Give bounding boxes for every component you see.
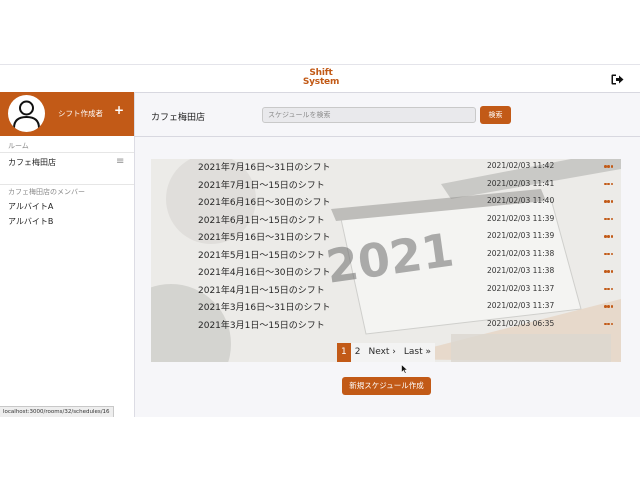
schedule-row[interactable]: 2021年3月1日〜15日のシフト 2021/02/03 06:35: [151, 317, 621, 334]
schedule-title[interactable]: 2021年5月1日〜15日のシフト: [198, 248, 325, 261]
schedule-row[interactable]: 2021年7月1日〜15日のシフト 2021/02/03 11:41: [151, 177, 621, 194]
schedule-date: 2021/02/03 06:35: [487, 318, 555, 328]
schedule-title[interactable]: 2021年7月1日〜15日のシフト: [198, 178, 325, 191]
member-item[interactable]: アルバイトB: [8, 216, 53, 227]
search-input[interactable]: [262, 107, 476, 123]
divider: [0, 152, 134, 153]
next-page-link[interactable]: Next ›: [364, 343, 399, 362]
schedule-title[interactable]: 2021年7月16日〜31日のシフト: [198, 160, 331, 173]
member-item[interactable]: アルバイトA: [8, 201, 53, 212]
profile-panel: シフト作成者 +: [0, 92, 134, 136]
user-icon: [13, 100, 40, 129]
pagination: 1 2 Next › Last »: [337, 343, 436, 362]
more-options-icon[interactable]: [604, 322, 614, 326]
schedule-date: 2021/02/03 11:37: [487, 301, 555, 310]
schedule-row[interactable]: 2021年4月16日〜30日のシフト 2021/02/03 11:38: [151, 264, 621, 281]
schedule-title[interactable]: 2021年4月1日〜15日のシフト: [198, 283, 325, 296]
more-options-icon[interactable]: [604, 165, 614, 168]
divider: [0, 184, 134, 185]
schedule-date: 2021/02/03 11:42: [487, 161, 555, 170]
more-options-icon[interactable]: [604, 287, 614, 291]
more-options-icon[interactable]: [604, 270, 614, 273]
more-options-icon[interactable]: [604, 200, 614, 203]
avatar[interactable]: [8, 95, 45, 132]
schedule-title[interactable]: 2021年6月1日〜15日のシフト: [198, 213, 325, 226]
members-heading: カフェ梅田店のメンバー: [8, 188, 85, 196]
header: Shift System: [0, 65, 640, 93]
status-bar-url: localhost:3000/rooms/32/schedules/16: [0, 406, 114, 417]
mouse-cursor-icon: [401, 364, 408, 374]
schedule-title[interactable]: 2021年4月16日〜30日のシフト: [198, 265, 331, 278]
sidebar: シフト作成者 + ルーム カフェ梅田店 ≡ カフェ梅田店のメンバー アルバイトA…: [0, 92, 135, 417]
more-options-icon[interactable]: [604, 252, 614, 256]
rooms-heading: ルーム: [8, 142, 29, 150]
more-options-icon[interactable]: [604, 217, 614, 221]
logo-line-2: System: [302, 77, 340, 87]
schedule-date: 2021/02/03 11:37: [487, 283, 555, 293]
schedule-date: 2021/02/03 11:38: [487, 266, 555, 275]
search-button[interactable]: 検索: [480, 106, 511, 124]
schedule-row[interactable]: 2021年4月1日〜15日のシフト 2021/02/03 11:37: [151, 282, 621, 299]
more-options-icon[interactable]: [604, 235, 614, 238]
schedule-title[interactable]: 2021年5月16日〜31日のシフト: [198, 230, 331, 243]
schedule-date: 2021/02/03 11:41: [487, 178, 555, 188]
schedule-date: 2021/02/03 11:40: [487, 196, 555, 205]
page-2-link[interactable]: 2: [351, 343, 365, 362]
app-logo[interactable]: Shift System: [300, 69, 342, 87]
schedule-row[interactable]: 2021年3月16日〜31日のシフト 2021/02/03 11:37: [151, 299, 621, 316]
divider: [134, 136, 640, 137]
schedule-list-card: 2021 2021年7月16日〜31日のシフト 2021/02/03 11:42…: [151, 159, 621, 362]
new-schedule-button[interactable]: 新規スケジュール作成: [342, 377, 431, 395]
last-page-link[interactable]: Last »: [400, 343, 435, 362]
schedule-date: 2021/02/03 11:38: [487, 248, 555, 258]
schedule-row[interactable]: 2021年5月1日〜15日のシフト 2021/02/03 11:38: [151, 247, 621, 264]
plus-icon[interactable]: +: [114, 104, 124, 116]
sign-out-icon[interactable]: [611, 74, 624, 85]
hamburger-icon[interactable]: ≡: [116, 156, 124, 167]
more-options-icon[interactable]: [604, 182, 614, 186]
schedule-row[interactable]: 2021年6月1日〜15日のシフト 2021/02/03 11:39: [151, 212, 621, 229]
schedule-row[interactable]: 2021年6月16日〜30日のシフト 2021/02/03 11:40: [151, 194, 621, 211]
sidebar-item-room[interactable]: カフェ梅田店: [8, 157, 56, 168]
page-1-link[interactable]: 1: [337, 343, 351, 362]
schedule-title[interactable]: 2021年3月16日〜31日のシフト: [198, 300, 331, 313]
schedule-row[interactable]: 2021年5月16日〜31日のシフト 2021/02/03 11:39: [151, 229, 621, 246]
schedule-date: 2021/02/03 11:39: [487, 213, 555, 223]
schedule-title[interactable]: 2021年3月1日〜15日のシフト: [198, 318, 325, 331]
app-window: Shift System シフト作成者 + ルーム カフェ梅田店 ≡ カフェ梅田…: [0, 64, 640, 417]
schedule-list: 2021年7月16日〜31日のシフト 2021/02/03 11:42 2021…: [151, 159, 621, 331]
page-title: カフェ梅田店: [151, 113, 206, 123]
schedule-date: 2021/02/03 11:39: [487, 231, 555, 240]
schedule-row[interactable]: 2021年7月16日〜31日のシフト 2021/02/03 11:42: [151, 159, 621, 176]
schedule-title[interactable]: 2021年6月16日〜30日のシフト: [198, 195, 331, 208]
more-options-icon[interactable]: [604, 305, 614, 308]
creator-label: シフト作成者: [58, 109, 103, 118]
